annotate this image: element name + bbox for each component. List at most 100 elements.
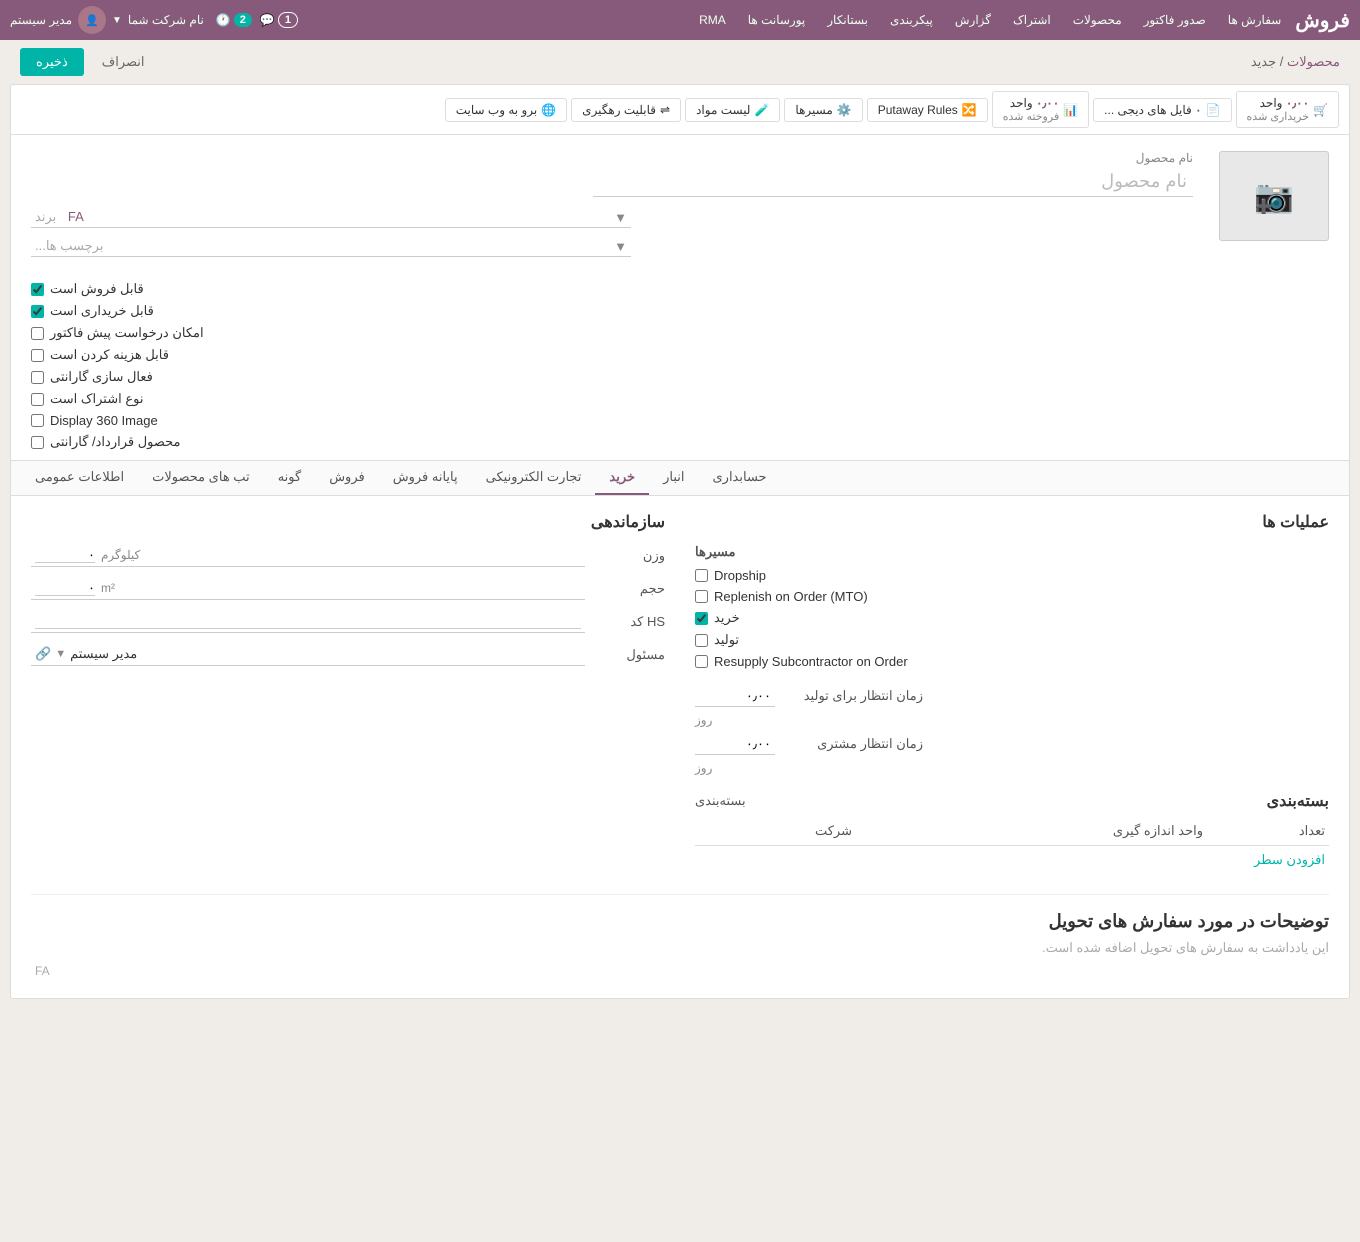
checkbox-label-0: قابل فروش است [50,281,144,297]
notes-lang-label: FA [31,960,1329,982]
save-button[interactable]: ذخیره [20,48,84,76]
website-button[interactable]: 🌐 برو به وب سایت [445,98,567,122]
checkbox-row-6: Display 360 Image [31,413,158,428]
checkbox-1[interactable] [31,305,44,318]
checkbox-4[interactable] [31,371,44,384]
checkbox-label-2: امکان درخواست پیش فاکتور [50,325,204,341]
pkg-col-uom: واحد اندازه گیری [856,817,1207,846]
weight-input[interactable] [35,547,95,563]
chat-icon: 💬 [260,13,275,27]
purchased-units-button[interactable]: 🛒 ۰٫۰۰ واحد خریداری شده [1236,91,1339,128]
ops-checkbox-0[interactable] [695,569,708,582]
file-icon: 📄 [1206,103,1221,117]
tab-ecommerce[interactable]: تجارت الکترونیکی [472,461,596,495]
checkbox-label-6: Display 360 Image [50,413,158,428]
external-link-icon[interactable]: 🔗 [35,646,51,662]
volume-input[interactable] [35,580,95,596]
volume-label: حجم [585,581,665,597]
lead-manufacture-label: زمان انتظار برای تولید [783,688,923,704]
tags-dropdown-arrow[interactable]: ▼ [614,239,627,254]
tab-general-info[interactable]: اطلاعات عمومی [21,461,138,495]
responsible-label: مسئول [585,647,665,663]
flask-icon: 🧪 [754,103,769,117]
routes-icon: ⚙️ [837,103,852,117]
lead-customer-input[interactable] [695,733,775,755]
volume-value-area: m² [31,577,585,600]
ops-label-4: Resupply Subcontractor on Order [714,654,908,669]
tab-inventory[interactable]: انبار [649,461,698,495]
nav-item-products[interactable]: محصولات [1063,7,1132,33]
packaging-title: بسته‌بندی [1267,791,1329,811]
tab-variant[interactable]: گونه [264,461,316,495]
lead-customer-row: زمان انتظار مشتری [695,733,1329,755]
tab-accounting[interactable]: حسابداری [698,461,780,495]
product-image-upload[interactable]: 📷 ➕ [1219,151,1329,241]
product-name-input[interactable] [593,167,1193,197]
nav-item-rma[interactable]: RMA [689,7,736,33]
user-name: مدیر سیستم [10,13,72,27]
pkg-col-company: شرکت [695,817,856,846]
checkboxes-area: قابل فروش است قابل خریداری است امکان درخ… [11,281,1349,460]
responsible-dropdown[interactable]: ▼ [55,648,66,660]
checkbox-row-3: قابل هزینه کردن است [31,347,169,363]
tab-pos[interactable]: پایانه فروش [379,461,472,495]
tab-product-tabs[interactable]: تب های محصولات [138,461,264,495]
chart-icon: 📊 [1063,103,1078,117]
tab-purchase[interactable]: خرید [595,461,649,495]
brand-label: برند [35,209,56,224]
organization-column: سازماندهی وزن کیلوگرم حجم m² [31,512,665,874]
putaway-rules-button[interactable]: 🔀 Putaway Rules [867,98,988,122]
toolbar: 🛒 ۰٫۰۰ واحد خریداری شده 📄 ۰ فایل های دیج… [11,85,1349,135]
nav-item-subscription[interactable]: اشتراک [1003,7,1061,33]
ops-row-0: Dropship [695,568,1329,583]
notes-title: توضیحات در مورد سفارش های تحویل [31,911,1329,932]
ops-checkbox-3[interactable] [695,634,708,647]
user-area[interactable]: نام شرکت شما ▼ 👤 مدیر سیستم [10,6,204,34]
nav-items: سفارش ها صدور فاکتور محصولات اشتراک گزار… [689,7,1291,33]
breadcrumb-parent[interactable]: محصولات [1287,54,1340,69]
checkbox-2[interactable] [31,327,44,340]
routes-button[interactable]: ⚙️ مسیرها [784,98,862,122]
ops-label-0: Dropship [714,568,766,583]
checkbox-5[interactable] [31,393,44,406]
checkbox-0[interactable] [31,283,44,296]
ops-checkbox-4[interactable] [695,655,708,668]
nav-right: فروش سفارش ها صدور فاکتور محصولات اشتراک… [689,7,1350,33]
checkbox-row-1: قابل خریداری است [31,303,154,319]
materials-button[interactable]: 🧪 لیست مواد [685,98,780,122]
nav-item-orders[interactable]: سفارش ها [1218,7,1292,33]
tracking-button[interactable]: ⇌ قابلیت رهگیری [571,98,681,122]
checkbox-row-7: محصول قرارداد/ گارانتی [31,434,181,450]
lead-manufacture-input[interactable] [695,685,775,707]
add-packaging-row[interactable]: افزودن سطر [695,846,1329,874]
packaging-section: بسته‌بندی بسته‌بندی تعداد واحد اندازه گی… [695,791,1329,874]
nav-item-config[interactable]: پیکربندی [880,7,943,33]
org-title: سازماندهی [31,512,665,532]
tab-sales[interactable]: فروش [315,461,379,495]
nav-item-commission[interactable]: پورسانت ها [738,7,816,33]
tab-content-purchase: عملیات ها مسیرها Dropship Replenish on O… [11,496,1349,998]
ops-checkbox-1[interactable] [695,590,708,603]
checkbox-3[interactable] [31,349,44,362]
product-form-area: 📷 ➕ نام محصول ▼ FA برند [11,135,1349,281]
digital-files-button[interactable]: 📄 ۰ فایل های دیجی ... [1093,98,1231,122]
hs-input[interactable] [35,613,581,629]
checkbox-6[interactable] [31,414,44,427]
checkbox-row-2: امکان درخواست پیش فاکتور [31,325,204,341]
chat-badge[interactable]: 1 💬 [260,12,298,28]
brand-dropdown-arrow[interactable]: ▼ [614,210,627,225]
nav-left: 1 💬 2 🕐 نام شرکت شما ▼ 👤 مدیر سیستم [10,6,298,34]
ops-checkbox-2[interactable] [695,612,708,625]
checkbox-row-0: قابل فروش است [31,281,144,297]
weight-unit: کیلوگرم [101,548,140,562]
volume-unit: m² [101,581,115,595]
nav-item-creditor[interactable]: بستانکار [817,7,878,33]
packaging-label: بسته‌بندی [695,793,746,809]
lead-manufacture-unit: روز [695,713,712,727]
discard-button[interactable]: انصراف [90,48,157,76]
notif-badge[interactable]: 2 🕐 [216,13,252,27]
checkbox-7[interactable] [31,436,44,449]
nav-item-invoice[interactable]: صدور فاکتور [1134,7,1216,33]
nav-item-report[interactable]: گزارش [945,7,1001,33]
sold-units-button[interactable]: 📊 ۰٫۰۰ واحد فروخته شده [992,91,1089,128]
